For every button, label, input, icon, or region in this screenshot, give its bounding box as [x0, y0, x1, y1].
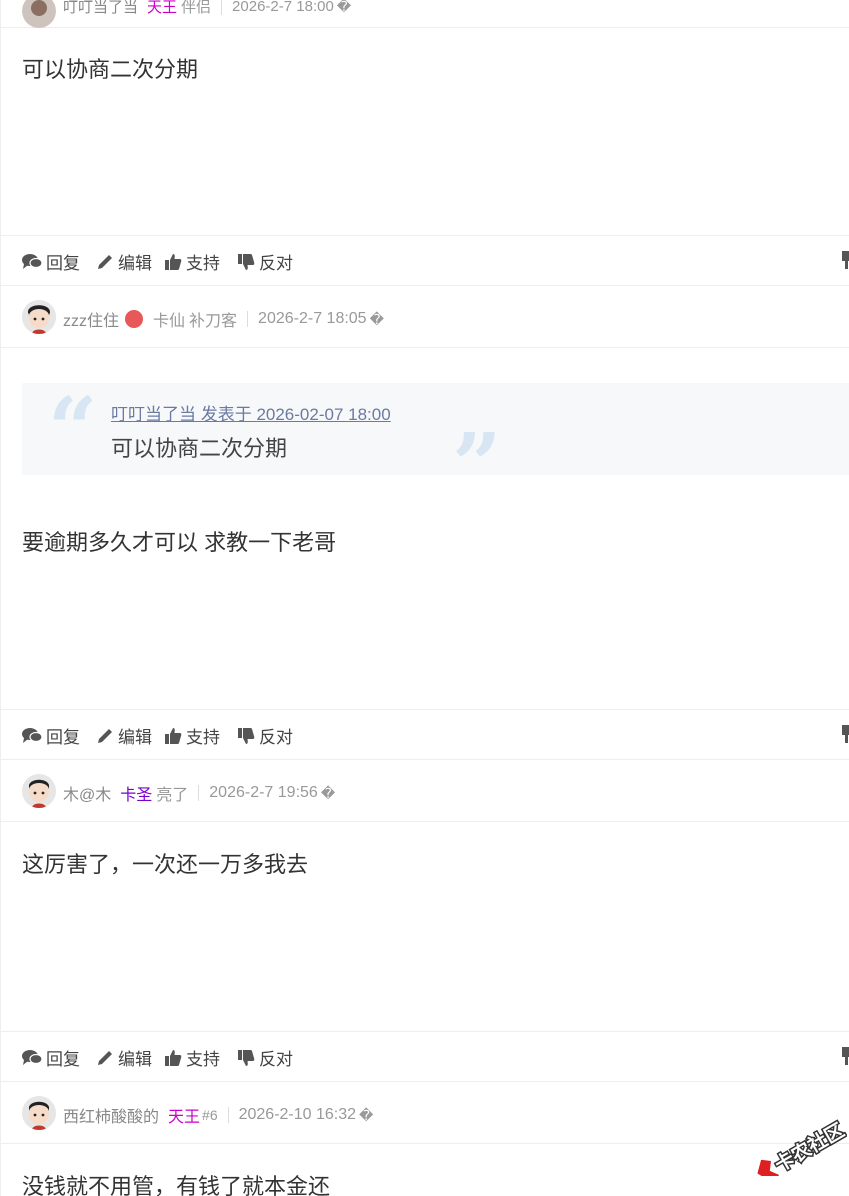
- divider: [198, 785, 200, 801]
- avatar[interactable]: [22, 0, 56, 28]
- support-button[interactable]: 支持: [164, 723, 220, 748]
- post-body: 这厉害了，一次还一万多我去: [22, 852, 309, 877]
- edit-button[interactable]: 编辑: [96, 723, 152, 748]
- oppose-button[interactable]: 反对: [237, 1045, 293, 1070]
- user-rank: 卡圣: [120, 787, 153, 804]
- blockquote: “ 叮叮当了当 发表于 2026-02-07 18:00 可以协商二次分期 ”: [22, 379, 849, 509]
- thumbs-down-icon: [238, 727, 255, 744]
- user-title: 伴侣: [181, 0, 212, 16]
- post-time: 2026-2-7 18:00: [232, 0, 334, 15]
- pin-icon[interactable]: [842, 725, 849, 743]
- avatar[interactable]: [22, 300, 56, 334]
- post-header: zzz住住 卡仙 补刀客 2026-2-7 18:05 �: [1, 285, 849, 348]
- user-rank: 天王: [168, 1109, 201, 1126]
- quote-text: 可以协商二次分期: [111, 436, 288, 461]
- replacement-glyph: �: [320, 784, 336, 801]
- divider: [247, 311, 249, 327]
- oppose-button[interactable]: 反对: [237, 249, 293, 274]
- edit-label: 编辑: [118, 728, 152, 747]
- post-header-partial: 叮叮当了当 天王 伴侣 2026-2-7 18:00 �: [1, 0, 849, 28]
- post-actions: 回复 编辑 支持 反对: [1, 235, 849, 285]
- username[interactable]: 西红柿酸酸的: [63, 1103, 159, 1127]
- replacement-glyph: �: [359, 1106, 374, 1123]
- edit-label: 编辑: [118, 1050, 152, 1069]
- user-rank: 卡仙: [153, 313, 186, 330]
- username[interactable]: 木@木: [63, 781, 111, 805]
- edit-label: 编辑: [118, 254, 152, 273]
- user-rank: 天王: [147, 0, 178, 16]
- post-body: 要逾期多久才可以 求教一下老哥: [22, 530, 337, 555]
- post-meta: zzz住住 卡仙 补刀客 2026-2-7 18:05 �: [63, 307, 384, 331]
- oppose-label: 反对: [259, 254, 293, 273]
- watermark-text: 卡农社区: [771, 1119, 847, 1176]
- replacement-glyph: �: [336, 0, 352, 14]
- reply-label: 回复: [46, 254, 80, 273]
- support-label: 支持: [186, 1050, 220, 1069]
- post-body: 可以协商二次分期: [22, 57, 199, 82]
- close-quote-icon: ”: [452, 415, 502, 516]
- pencil-icon: [98, 254, 112, 269]
- edit-button[interactable]: 编辑: [96, 1045, 152, 1070]
- thumbs-up-icon: [165, 253, 182, 270]
- support-button[interactable]: 支持: [164, 249, 220, 274]
- thumbs-up-icon: [165, 1049, 182, 1066]
- user-icon: [125, 310, 144, 328]
- reply-label: 回复: [46, 1050, 80, 1069]
- divider: [221, 0, 223, 15]
- post-meta: 西红柿酸酸的 天王 #6 2026-2-10 16:32 �: [63, 1103, 373, 1127]
- post-meta: 叮叮当了当 天王 伴侣 2026-2-7 18:00 �: [63, 0, 351, 17]
- reply-label: 回复: [46, 728, 80, 747]
- comments-icon: [22, 254, 42, 269]
- reply-button[interactable]: 回复: [22, 249, 80, 274]
- post-body: 没钱就不用管，有钱了就本金还: [22, 1174, 331, 1196]
- post-time: 2026-2-7 19:56: [209, 784, 318, 801]
- comments-icon: [22, 728, 42, 743]
- user-title: 亮了: [156, 787, 189, 804]
- post-actions: 回复 编辑 支持 反对: [1, 709, 849, 759]
- post-header: 木@木 卡圣 亮了 2026-2-7 19:56 �: [1, 759, 849, 822]
- oppose-label: 反对: [259, 1050, 293, 1069]
- user-title: 补刀客: [189, 313, 238, 330]
- oppose-button[interactable]: 反对: [237, 723, 293, 748]
- post-time: 2026-2-7 18:05: [258, 310, 367, 327]
- comments-icon: [22, 1050, 42, 1065]
- support-label: 支持: [186, 728, 220, 747]
- floor-number[interactable]: #6: [202, 1107, 218, 1123]
- avatar[interactable]: [22, 1096, 56, 1130]
- reply-button[interactable]: 回复: [22, 1045, 80, 1070]
- support-button[interactable]: 支持: [164, 1045, 220, 1070]
- replacement-glyph: �: [369, 310, 384, 327]
- pencil-icon: [98, 1050, 112, 1065]
- oppose-label: 反对: [259, 728, 293, 747]
- site-logo-watermark: 卡农社区: [757, 1117, 847, 1176]
- post-actions: 回复 编辑 支持 反对: [1, 1031, 849, 1081]
- post-meta: 木@木 卡圣 亮了 2026-2-7 19:56 �: [63, 781, 335, 805]
- thumbs-up-icon: [165, 727, 182, 744]
- post-header: 西红柿酸酸的 天王 #6 2026-2-10 16:32 �: [1, 1081, 849, 1144]
- username[interactable]: 叮叮当了当: [63, 0, 138, 17]
- divider: [227, 1107, 229, 1123]
- thread-page: 叮叮当了当 天王 伴侣 2026-2-7 18:00 � 可以协商二次分期 回复…: [0, 0, 849, 1196]
- thumbs-down-icon: [238, 253, 255, 270]
- post-time: 2026-2-10 16:32: [238, 1106, 357, 1123]
- edit-button[interactable]: 编辑: [96, 249, 152, 274]
- pencil-icon: [98, 728, 112, 743]
- open-quote-icon: “: [48, 379, 98, 480]
- username[interactable]: zzz住住: [63, 307, 119, 331]
- thumbs-down-icon: [238, 1049, 255, 1066]
- quote-author-link[interactable]: 叮叮当了当 发表于 2026-02-07 18:00: [111, 400, 391, 425]
- support-label: 支持: [186, 254, 220, 273]
- pin-icon[interactable]: [842, 1047, 849, 1065]
- avatar[interactable]: [22, 774, 56, 808]
- reply-button[interactable]: 回复: [22, 723, 80, 748]
- pin-icon[interactable]: [842, 251, 849, 269]
